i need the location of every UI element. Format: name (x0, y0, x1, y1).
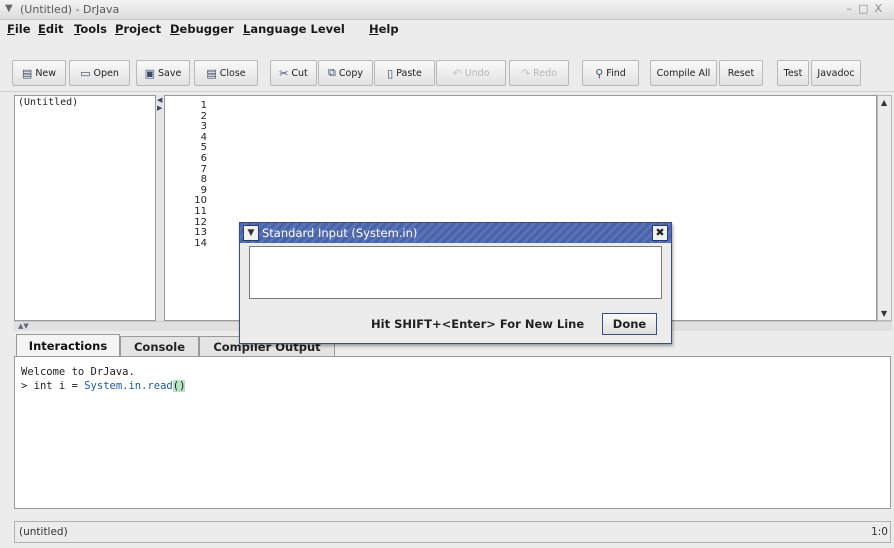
undo-button[interactable]: ↶ Undo (436, 60, 506, 86)
undo-icon: ↶ (452, 66, 462, 80)
line-number: 6 (200, 152, 207, 164)
paste-button[interactable]: ▯ Paste (374, 60, 435, 86)
maximize-icon[interactable]: □ (858, 2, 874, 15)
code-text: int i = (27, 380, 85, 392)
window-menu-icon[interactable]: ▼ (5, 3, 13, 14)
javadoc-button[interactable]: Javadoc (811, 60, 861, 86)
menu-language-level[interactable]: Language Level (243, 22, 345, 36)
code-call: System.in.read (84, 380, 173, 392)
splitter-arrows-icon[interactable]: ▲▼ (18, 322, 29, 330)
new-button[interactable]: ▤ New (12, 60, 66, 86)
window-title: (Untitled) - DrJava (20, 3, 120, 16)
scroll-down-icon[interactable]: ▼ (881, 309, 887, 318)
cursor-position: 1:0 (871, 526, 888, 538)
dialog-close-icon[interactable]: ✖ (652, 225, 668, 241)
menu-edit[interactable]: Edit (38, 22, 64, 36)
close-button[interactable]: ▤ Close (194, 60, 258, 86)
cut-button[interactable]: ✂ Cut (270, 60, 317, 86)
open-folder-icon: ▭ (80, 66, 91, 80)
copy-icon: ⧉ (328, 66, 336, 79)
close-file-icon: ▤ (206, 66, 217, 80)
minimize-icon[interactable]: – (847, 2, 859, 15)
collapse-left-icon[interactable]: ◀ (157, 97, 162, 104)
status-filename: (untitled) (19, 526, 68, 538)
redo-icon: ↷ (520, 66, 531, 80)
menu-help[interactable]: Help (369, 22, 399, 36)
line-number: 14 (194, 237, 207, 249)
drjava-window: ▼ (Untitled) - DrJava –□X File Edit Tool… (0, 0, 894, 548)
menu-bar: File Edit Tools Project Debugger Languag… (0, 20, 894, 38)
open-button[interactable]: ▭ Open (69, 60, 130, 86)
done-button[interactable]: Done (602, 313, 657, 335)
save-icon: ▣ (144, 66, 156, 80)
line-number: 1 (200, 100, 207, 111)
status-bar: (untitled) 1:0 (14, 521, 891, 543)
expand-right-icon[interactable]: ▶ (157, 105, 162, 112)
test-button[interactable]: Test (777, 60, 809, 86)
toolbar: ▤ New ▭ Open ▣ Save ▤ Close ✂ Cut ⧉ Copy ▯ Past… (0, 39, 894, 92)
compile-all-button[interactable]: Compile All (650, 60, 717, 86)
title-bar: ▼ (Untitled) - DrJava –□X (0, 0, 894, 20)
window-controls[interactable]: –□X (847, 2, 888, 15)
new-file-icon: ▤ (21, 66, 33, 80)
find-button[interactable]: ⚲ Find (582, 60, 639, 86)
document-item-untitled[interactable]: (Untitled) (18, 97, 78, 108)
standard-input-dialog: ▼ Standard Input (System.in) ✖ Hit SHIFT… (239, 222, 672, 344)
tab-interactions[interactable]: Interactions (16, 334, 120, 357)
document-list[interactable]: (Untitled) (14, 95, 156, 321)
close-window-icon[interactable]: X (874, 2, 888, 15)
dialog-title-bar[interactable]: ▼ Standard Input (System.in) ✖ (240, 223, 671, 243)
redo-button[interactable]: ↷ Redo (509, 60, 569, 86)
dialog-menu-icon[interactable]: ▼ (243, 225, 259, 241)
interactions-pane[interactable]: Welcome to DrJava. > int i = System.in.r… (14, 356, 891, 509)
reset-button[interactable]: Reset (719, 60, 763, 86)
editor-scrollbar[interactable]: ▲ ▼ (877, 95, 892, 321)
scissors-icon: ✂ (279, 66, 289, 80)
line-number: 11 (194, 205, 207, 217)
line-number-gutter: 1 2 3 4 5 6 7 8 9 10 11 12 13 14 (165, 100, 209, 249)
menu-debugger[interactable]: Debugger (170, 22, 234, 36)
menu-project[interactable]: Project (115, 22, 161, 36)
menu-file[interactable]: File (7, 22, 31, 36)
welcome-line: Welcome to DrJava. (21, 366, 135, 378)
stdin-input-field[interactable] (249, 246, 662, 299)
copy-button[interactable]: ⧉ Copy (318, 60, 373, 86)
tab-console[interactable]: Console (120, 336, 199, 356)
interaction-line: > int i = System.in.read() (21, 380, 186, 392)
save-button[interactable]: ▣ Save (136, 60, 190, 86)
matched-paren: () (172, 380, 186, 392)
vertical-splitter[interactable]: ◀ ▶ (156, 95, 164, 321)
paste-icon: ▯ (387, 66, 394, 80)
scroll-up-icon[interactable]: ▲ (881, 98, 887, 107)
binoculars-icon: ⚲ (595, 66, 604, 80)
dialog-title: Standard Input (System.in) (262, 226, 418, 240)
new-line-hint: Hit SHIFT+<Enter> For New Line (371, 317, 585, 331)
menu-tools[interactable]: Tools (74, 22, 107, 36)
